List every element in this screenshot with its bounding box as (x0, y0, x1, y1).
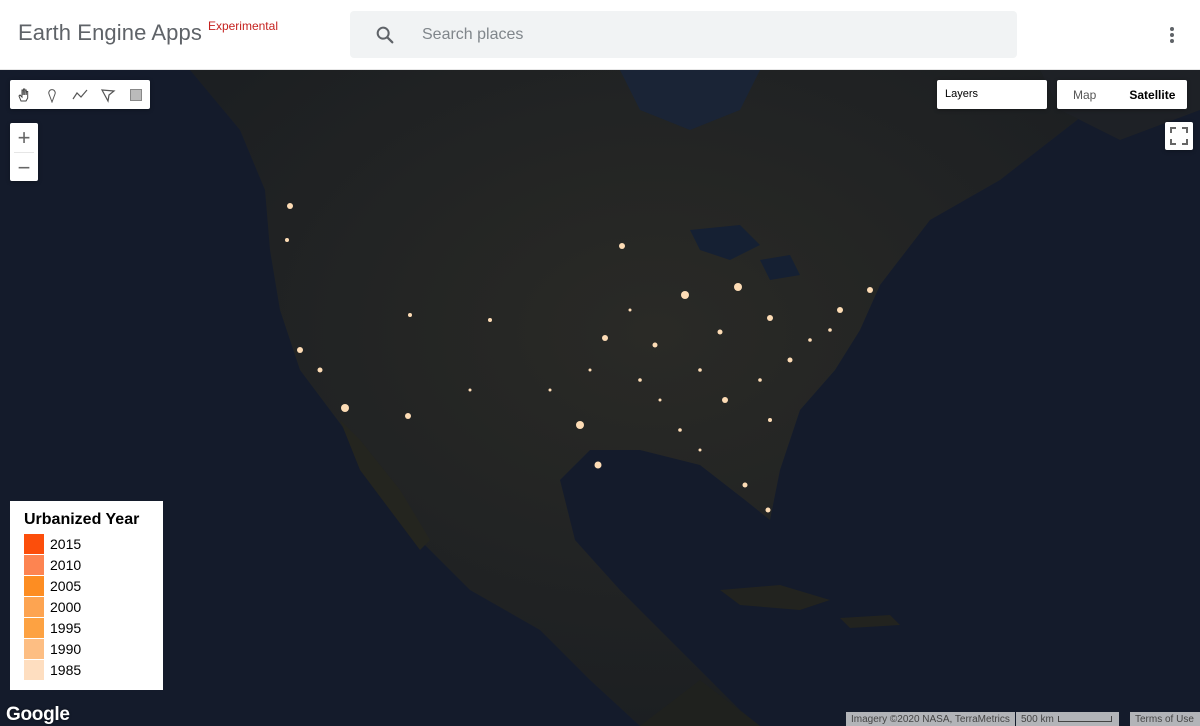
legend-label: 2015 (50, 535, 82, 552)
legend-swatch (24, 533, 44, 554)
legend-item: 2010 (24, 554, 149, 575)
search-input[interactable] (420, 11, 980, 58)
legend-label: 1985 (50, 661, 82, 678)
imagery-attribution: Imagery ©2020 NASA, TerraMetrics (846, 712, 1015, 726)
legend-item: 1995 (24, 617, 149, 638)
scale-control[interactable]: 500 km (1016, 712, 1119, 726)
map-type-map-button[interactable]: Map (1057, 80, 1112, 109)
zoom-out-button[interactable]: − (10, 153, 38, 182)
app-header: Earth Engine Apps Experimental (0, 0, 1200, 70)
legend-label: 1995 (50, 619, 82, 636)
layers-button[interactable]: Layers (937, 80, 1047, 109)
brand: Earth Engine Apps Experimental (18, 19, 278, 46)
point-marker-icon[interactable] (38, 80, 66, 109)
legend-item: 2000 (24, 596, 149, 617)
fullscreen-icon[interactable] (1165, 122, 1193, 150)
legend-swatch (24, 554, 44, 575)
scale-bar (1057, 716, 1112, 722)
legend-swatch (24, 596, 44, 617)
map-type-control: Map Satellite (1057, 80, 1188, 109)
imagery-text: Imagery ©2020 NASA, TerraMetrics (851, 713, 1010, 725)
app-title: Earth Engine Apps (18, 20, 202, 45)
map-canvas[interactable]: + − Layers Map Satellite Urbanized Year … (0, 70, 1200, 726)
legend-item: 1990 (24, 638, 149, 659)
legend-swatch (24, 659, 44, 680)
terms-of-use-link[interactable]: Terms of Use (1130, 712, 1200, 726)
zoom-control: + − (10, 123, 38, 181)
legend-swatch (24, 617, 44, 638)
zoom-in-button[interactable]: + (10, 123, 38, 152)
search-icon[interactable] (350, 11, 420, 58)
legend-label: 2000 (50, 598, 82, 615)
legend-item: 1985 (24, 659, 149, 680)
more-vert-icon[interactable] (1158, 20, 1186, 50)
legend-swatch (24, 638, 44, 659)
legend-swatch (24, 575, 44, 596)
hand-pan-icon[interactable] (10, 80, 38, 109)
map-type-satellite-button[interactable]: Satellite (1112, 80, 1187, 109)
rectangle-draw-icon[interactable] (122, 80, 150, 109)
legend-item: 2005 (24, 575, 149, 596)
drawing-toolbar (10, 80, 150, 109)
google-logo: Google (6, 704, 70, 725)
legend-item: 2015 (24, 533, 149, 554)
legend-label: 2005 (50, 577, 82, 594)
legend-panel: Urbanized Year 2015 2010 2005 2000 1995 1990 1… (10, 501, 163, 690)
terms-text: Terms of Use (1135, 713, 1194, 725)
legend-label: 2010 (50, 556, 82, 573)
search-box (350, 11, 1017, 58)
polygon-draw-icon[interactable] (94, 80, 122, 109)
legend-label: 1990 (50, 640, 82, 657)
satellite-basemap (0, 70, 1200, 726)
scale-label: 500 km (1021, 713, 1054, 725)
line-draw-icon[interactable] (66, 80, 94, 109)
legend-title: Urbanized Year (24, 511, 140, 528)
experimental-badge: Experimental (207, 19, 278, 33)
